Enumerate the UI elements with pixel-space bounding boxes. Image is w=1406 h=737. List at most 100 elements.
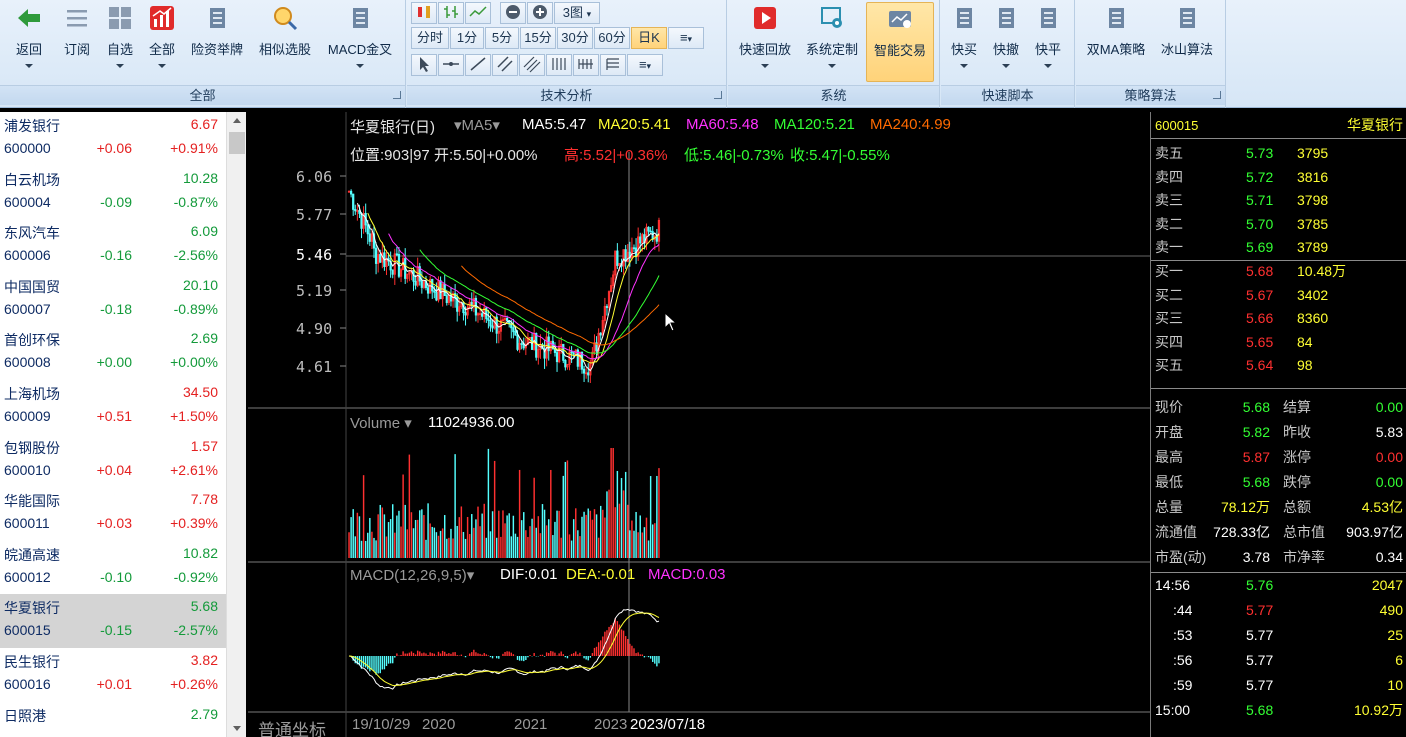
iceberg-algo-button[interactable]: 冰山算法 — [1154, 2, 1220, 82]
volume-bar — [348, 532, 350, 558]
line-chart-button[interactable] — [465, 2, 491, 24]
period-30min[interactable]: 30分 — [557, 27, 593, 49]
volume-bar — [431, 526, 433, 558]
stock-change-pct: +0.26% — [170, 676, 218, 692]
ask-row[interactable]: 卖二 5.70 3785 — [1151, 213, 1406, 237]
more-tools-select[interactable]: ≡▾ — [627, 54, 663, 76]
bid-row[interactable]: 买四 5.65 84 — [1151, 331, 1406, 355]
stock-list-item[interactable]: 浦发银行 6.67 600000 +0.06 +0.91% — [0, 112, 226, 166]
all-button[interactable]: 全部 — [142, 2, 182, 82]
coord-mode-button[interactable]: 普通坐标 — [258, 716, 326, 737]
stock-price: 10.28 — [182, 169, 218, 186]
period-15min[interactable]: 15分 — [520, 27, 556, 49]
scroll-down-icon[interactable] — [233, 726, 241, 731]
volume-bar — [589, 510, 592, 558]
candle-body — [572, 352, 575, 355]
bid-label: 买一 — [1155, 263, 1183, 279]
volume-bar — [633, 530, 635, 558]
period-timeshare[interactable]: 分时 — [411, 27, 449, 49]
stock-list-scrollbar[interactable] — [226, 112, 246, 737]
expand-corner-icon[interactable] — [1213, 91, 1221, 99]
stock-list-item[interactable]: 白云机场 10.28 600004 -0.09 -0.87% — [0, 166, 226, 220]
bid-row[interactable]: 买二 5.67 3402 — [1151, 284, 1406, 308]
channel-tool-button[interactable] — [492, 54, 518, 76]
candle-body — [516, 334, 519, 350]
quick-replay-button[interactable]: 快速回放 — [730, 2, 800, 82]
divider — [1151, 388, 1406, 389]
ask-row[interactable]: 卖五 5.73 3795 — [1151, 142, 1406, 166]
subscribe-button[interactable]: 订阅 — [56, 2, 98, 82]
stock-list-item[interactable]: 民生银行 3.82 600016 +0.01 +0.26% — [0, 648, 226, 702]
period-daily[interactable]: 日K — [631, 27, 667, 49]
candle-body — [379, 254, 382, 263]
bid-volume: 84 — [1297, 333, 1313, 350]
ohlc-chart-button[interactable] — [438, 2, 464, 24]
ask-row[interactable]: 卖一 5.69 3789 — [1151, 236, 1406, 260]
volume-bar — [466, 516, 469, 558]
ask-row[interactable]: 卖三 5.71 3798 — [1151, 189, 1406, 213]
hline-tool-button[interactable] — [438, 54, 464, 76]
period-more-select[interactable]: ≡▾ — [668, 27, 704, 49]
candle-chart-button[interactable] — [411, 2, 437, 24]
bid-row[interactable]: 买一 5.68 10.48万 — [1151, 260, 1406, 284]
system-custom-button[interactable]: 系统定制 — [800, 2, 864, 82]
scroll-thumb[interactable] — [229, 132, 245, 154]
period-5min[interactable]: 5分 — [485, 27, 519, 49]
candle-body — [582, 368, 586, 374]
chart-count-select[interactable]: 3图 ▾ — [554, 2, 600, 24]
period-60min[interactable]: 60分 — [594, 27, 630, 49]
crosshair-date-label: 2023/07/18 — [628, 716, 708, 733]
bid-row[interactable]: 买三 5.66 8360 — [1151, 307, 1406, 331]
ask-row[interactable]: 卖四 5.72 3816 — [1151, 166, 1406, 190]
stock-list-item[interactable]: 华能国际 7.78 600011 +0.03 +0.39% — [0, 487, 226, 541]
expand-corner-icon[interactable] — [393, 91, 401, 99]
stock-list-item[interactable]: 包钢股份 1.57 600010 +0.04 +2.61% — [0, 434, 226, 488]
tick-time: :53 — [1173, 627, 1193, 643]
watchlist-button[interactable]: 自选 — [100, 2, 140, 82]
smart-trade-button[interactable]: 智能交易 — [866, 2, 934, 82]
cursor-tool-button[interactable] — [411, 54, 437, 76]
insurance-holdings-button[interactable]: 险资举牌 — [184, 2, 250, 82]
stock-list-item[interactable]: 日照港 2.79 — [0, 702, 226, 737]
stock-list-item[interactable]: 华夏银行 5.68 600015 -0.15 -2.57% — [0, 594, 226, 648]
ma-selector[interactable]: ▾MA5▾ — [454, 116, 500, 134]
stat-row: 最低 5.68 跌停 0.00 — [1151, 471, 1406, 495]
volume-bar — [531, 518, 533, 558]
volume-bar — [456, 525, 458, 558]
stock-list-item[interactable]: 首创环保 2.69 600008 +0.00 +0.00% — [0, 326, 226, 380]
quote-name: 华夏银行 — [1347, 117, 1403, 133]
bid-price: 5.64 — [1246, 357, 1274, 374]
similar-stock-button[interactable]: 相似选股 — [252, 2, 318, 82]
stat-value: 78.12万 — [1220, 499, 1270, 515]
stock-code: 600006 — [4, 247, 51, 264]
kline-chart-area[interactable]: 华夏银行(日) ▾MA5▾ MA5:5.47 MA20:5.41 MA60:5.… — [248, 112, 1150, 737]
segment-tool-button[interactable] — [465, 54, 491, 76]
quick-close-button[interactable]: 快平 — [1027, 2, 1069, 82]
quick-buy-button[interactable]: 快买 — [943, 2, 985, 82]
fib-tool-button[interactable] — [600, 54, 626, 76]
macd-cross-button[interactable]: MACD金叉 — [320, 2, 400, 82]
stock-list-item[interactable]: 东风汽车 6.09 600006 -0.16 -2.56% — [0, 219, 226, 273]
bid-row[interactable]: 买五 5.64 98 — [1151, 354, 1406, 378]
quick-cancel-button[interactable]: 快撤 — [985, 2, 1027, 82]
stock-list-item[interactable]: 中国国贸 20.10 600007 -0.18 -0.89% — [0, 273, 226, 327]
period-1min[interactable]: 1分 — [450, 27, 484, 49]
stock-list-item[interactable]: 上海机场 34.50 600009 +0.51 +1.50% — [0, 380, 226, 434]
dual-ma-strategy-button[interactable]: 双MA策略 — [1080, 2, 1152, 82]
scroll-up-icon[interactable] — [233, 118, 241, 123]
vlines-tool-button[interactable] — [546, 54, 572, 76]
grid-tool-button[interactable] — [573, 54, 599, 76]
volume-bar — [643, 527, 646, 558]
volume-bar — [448, 537, 450, 558]
zoom-in-button[interactable] — [527, 2, 553, 24]
parallel-tool-button[interactable] — [519, 54, 545, 76]
candle-body — [426, 287, 430, 294]
stock-code: 600004 — [4, 193, 51, 210]
volume-bar — [404, 504, 406, 558]
zoom-out-button[interactable] — [500, 2, 526, 24]
back-button[interactable]: 返回 — [4, 2, 54, 82]
stock-list-item[interactable]: 皖通高速 10.82 600012 -0.10 -0.92% — [0, 541, 226, 595]
stock-name: 上海机场 — [4, 386, 60, 402]
expand-corner-icon[interactable] — [714, 91, 722, 99]
volume-bar — [481, 513, 483, 558]
